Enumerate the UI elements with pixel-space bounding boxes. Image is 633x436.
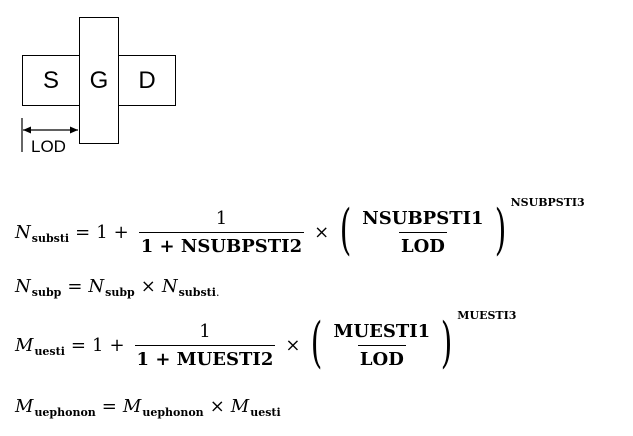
eq3-fraction-1: 1 1 + MUESTI2: [134, 320, 276, 370]
lod-arrow-left-head: [23, 126, 31, 134]
equation-muephonon: M uephonon = M uephonon × M uesti: [15, 396, 281, 419]
lod-label: LOD: [31, 137, 66, 156]
eq3-lhs-var: M: [15, 334, 34, 356]
eq4-times: ×: [209, 396, 225, 417]
eq3-lhs-sub: uesti: [34, 344, 65, 358]
eq3-frac1-den: 1 + MUESTI2: [134, 344, 276, 370]
eq2-lhs-sub: subp: [31, 286, 62, 299]
eq4-lhs-sub: uephonon: [34, 406, 96, 419]
eq4-rhs1-sub: uephonon: [142, 406, 204, 419]
eq1-lhs-sub: substi: [31, 231, 70, 245]
eq4-rhs1-var: M: [122, 396, 142, 417]
eq2-rhs1-sub: subp: [105, 286, 135, 299]
eq4-lhs-var: M: [15, 396, 34, 417]
eq2-trailing-period: .: [215, 286, 220, 299]
eq1-left-paren: (: [339, 198, 352, 261]
eq1-fraction-1: 1 1 + NSUBPSTI2: [138, 207, 305, 257]
eq1-plus: +: [113, 221, 129, 243]
eq3-exponent: MUESTI3: [457, 308, 517, 322]
eq1-frac1-den: 1 + NSUBPSTI2: [138, 231, 305, 257]
eq1-frac2-den: LOD: [398, 231, 447, 257]
eq3-frac2-num: MUESTI1: [333, 320, 431, 342]
eq1-frac1-num: 1: [215, 207, 228, 229]
eq3-plus: +: [109, 334, 125, 356]
eq1-exponent: NSUBPSTI3: [510, 195, 585, 209]
eq1-equals: =: [75, 221, 91, 243]
eq3-one: 1: [91, 334, 104, 356]
eq1-lhs-var: N: [15, 221, 31, 243]
eq3-power-group: ( MUESTI1 LOD ) MUESTI3: [306, 309, 516, 374]
eq1-times: ×: [314, 221, 330, 243]
eq2-times: ×: [140, 276, 156, 297]
lod-arrow-right-head: [70, 126, 78, 134]
eq1-frac2-num: NSUBPSTI1: [362, 207, 484, 229]
equation-muesti: M uesti = 1 + 1 1 + MUESTI2 × ( MUESTI1 …: [15, 309, 516, 374]
equation-nsubsti: N substi = 1 + 1 1 + NSUBPSTI2 × ( NSUBP…: [15, 196, 585, 261]
eq2-rhs2-sub: substi: [178, 286, 216, 299]
eq3-equals: =: [70, 334, 86, 356]
eq1-power-group: ( NSUBPSTI1 LOD ) NSUBPSTI3: [335, 196, 585, 261]
eq3-frac2-den: LOD: [357, 344, 406, 370]
eq2-rhs1-var: N: [88, 276, 105, 297]
eq3-fraction-2: MUESTI1 LOD: [332, 321, 433, 370]
eq3-left-paren: (: [311, 311, 323, 374]
eq4-rhs2-var: M: [230, 396, 250, 417]
lod-dimension-arrow: [21, 118, 78, 152]
eq2-rhs2-var: N: [161, 276, 178, 297]
eq4-equals: =: [101, 396, 117, 417]
equation-nsubp: N subp = N subp × N substi .: [15, 276, 220, 299]
eq2-equals: =: [67, 276, 83, 297]
eq3-frac1-num: 1: [199, 320, 211, 342]
eq1-one: 1: [96, 221, 108, 243]
eq3-times: ×: [285, 334, 301, 356]
eq2-lhs-var: N: [15, 276, 31, 297]
transistor-diagram: S D G LOD: [0, 0, 633, 200]
eq1-fraction-2: NSUBPSTI1 LOD: [360, 208, 485, 257]
eq3-right-paren: ): [440, 311, 453, 374]
eq4-rhs2-sub: uesti: [250, 406, 281, 419]
eq1-right-paren: ): [494, 198, 506, 261]
